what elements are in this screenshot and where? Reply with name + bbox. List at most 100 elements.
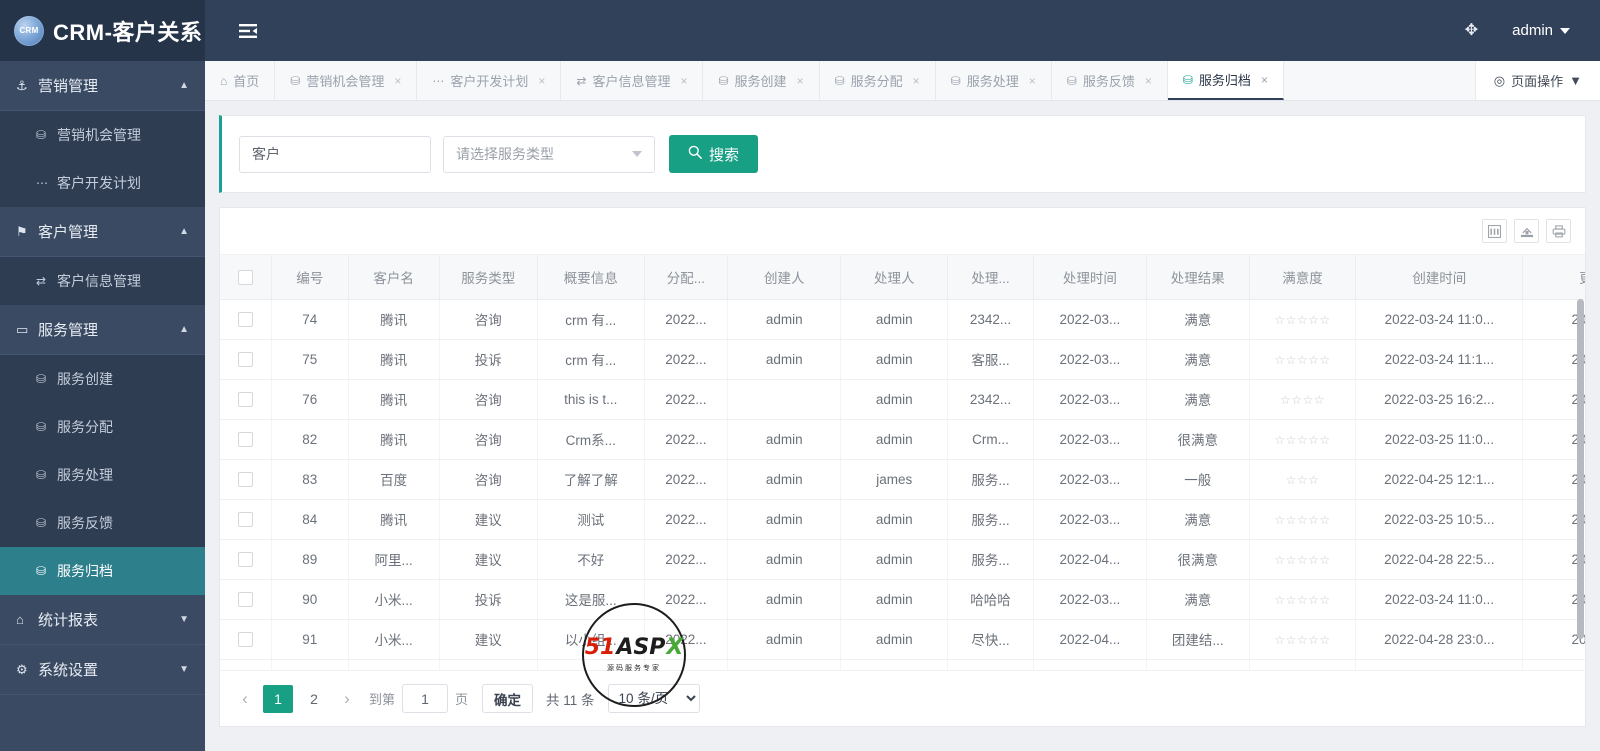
cell-customer: 阿里... xyxy=(348,539,440,580)
print-icon[interactable] xyxy=(1546,219,1571,243)
tab-营销机会管理[interactable]: ⛁ 营销机会管理 × xyxy=(275,61,418,100)
tab-服务分配[interactable]: ⛁ 服务分配 × xyxy=(819,61,936,100)
search-button[interactable]: 搜索 xyxy=(669,135,759,173)
prev-page-button[interactable]: ‹ xyxy=(230,684,260,714)
sidebar-item-服务分配[interactable]: ⛁ 服务分配 xyxy=(0,403,205,451)
service-type-select[interactable]: 请选择服务类型 xyxy=(443,135,655,173)
sidebar-group-服务管理[interactable]: ▭ 服务管理 ▲ xyxy=(0,305,205,355)
sidebar-item-客户开发计划[interactable]: ⋯ 客户开发计划 xyxy=(0,159,205,207)
row-checkbox[interactable] xyxy=(237,351,253,367)
cell-update_time: 2022-04-25 xyxy=(1522,459,1585,500)
cell-update_time: 2022-08-08 xyxy=(1522,419,1585,460)
cell-assign: 2022... xyxy=(644,579,729,620)
table-row[interactable]: 90 小米... 投诉 这是服... 2022... admin admin 哈哈哈 2022-… xyxy=(220,579,1585,620)
close-icon[interactable]: × xyxy=(1145,74,1152,88)
close-icon[interactable]: × xyxy=(1029,74,1036,88)
vertical-scrollbar[interactable] xyxy=(1577,299,1584,639)
tab-客户信息管理[interactable]: ⇄ 客户信息管理 × xyxy=(561,61,704,100)
tab-服务归档[interactable]: ⛁ 服务归档 × xyxy=(1167,61,1284,100)
sidebar-item-服务处理[interactable]: ⛁ 服务处理 xyxy=(0,451,205,499)
cell-check xyxy=(220,339,272,380)
cell-create_time: 2022-03-24 11:0... xyxy=(1355,579,1524,620)
cell-create_time: 2022-04-25 12:1... xyxy=(1355,459,1524,500)
page-jump-confirm-button[interactable]: 确定 xyxy=(482,684,534,713)
cell-handle_note: 2342... xyxy=(947,299,1034,340)
page-number-1[interactable]: 1 xyxy=(263,684,293,713)
row-checkbox[interactable] xyxy=(237,551,253,567)
close-icon[interactable]: × xyxy=(797,74,804,88)
cell-handler: admin xyxy=(840,339,949,380)
chevron-icon: ▲ xyxy=(179,80,189,91)
tab-label: 首页 xyxy=(233,74,260,89)
chevron-down-icon xyxy=(632,151,642,157)
cell-assign: 2022... xyxy=(644,539,729,580)
table-row[interactable]: 84 腾讯 建议 测试 2022... admin admin 服务... 2022-03...… xyxy=(220,499,1585,540)
close-icon[interactable]: × xyxy=(394,74,401,88)
page-size-select[interactable]: 10 条/页20 条/页50 条/页100 条/页 xyxy=(607,684,700,713)
row-checkbox[interactable] xyxy=(237,431,253,447)
cell-check xyxy=(220,539,272,580)
cell-result: 很满意 xyxy=(1146,419,1250,460)
cell-handler: admin xyxy=(840,619,949,660)
row-checkbox[interactable] xyxy=(237,391,253,407)
sidebar-item-服务归档[interactable]: ⛁ 服务归档 xyxy=(0,547,205,595)
tab-服务创建[interactable]: ⛁ 服务创建 × xyxy=(703,61,820,100)
cell-handle_time: 2022-04... xyxy=(1033,619,1148,660)
sidebar-fold-icon[interactable] xyxy=(235,18,261,44)
tab-首页[interactable]: ⌂ 首页 xyxy=(205,61,276,100)
tab-label: 客户开发计划 xyxy=(450,74,529,89)
sidebar-item-服务创建[interactable]: ⛁ 服务创建 xyxy=(0,355,205,403)
tab-客户开发计划[interactable]: ⋯ 客户开发计划 × xyxy=(417,61,562,100)
table-scroll-region[interactable]: 编号 客户名 服务类型 概要信息 分配... 创建人 处理人 处理... 处理时间 处理结果 满意度… xyxy=(220,255,1585,677)
page-number-2[interactable]: 2 xyxy=(299,685,329,713)
cell-result: 满意 xyxy=(1146,499,1250,540)
page-jump-input[interactable] xyxy=(402,684,449,713)
sidebar-group-客户管理[interactable]: ⚑ 客户管理 ▲ xyxy=(0,207,205,257)
chevron-icon: ▲ xyxy=(179,324,189,335)
cell-assign: 2022... xyxy=(644,339,729,380)
cell-handler: admin xyxy=(840,539,949,580)
row-checkbox[interactable] xyxy=(237,591,253,607)
export-icon[interactable] xyxy=(1514,219,1539,243)
sidebar-item-label: 客户开发计划 xyxy=(57,175,141,191)
column-header-update_time: 更新时间 xyxy=(1522,255,1585,300)
close-icon[interactable]: × xyxy=(538,74,545,88)
columns-icon[interactable] xyxy=(1482,219,1507,243)
table-row[interactable]: 82 腾讯 咨询 Crm系... 2022... admin admin Crm... 2022… xyxy=(220,419,1585,460)
close-icon[interactable]: × xyxy=(680,74,687,88)
customer-search-input[interactable] xyxy=(239,135,431,173)
table-row[interactable]: 91 小米... 建议 以小组... 2022... admin admin 尽快... 202… xyxy=(220,619,1585,660)
fullscreen-icon[interactable]: ✥ xyxy=(1465,22,1478,39)
page-operations-menu[interactable]: ◎ 页面操作 ▼ xyxy=(1474,61,1600,100)
table-row[interactable]: 89 阿里... 建议 不好 2022... admin admin 服务... 2022-04… xyxy=(220,539,1585,580)
row-checkbox[interactable] xyxy=(237,511,253,527)
sidebar-item-营销机会管理[interactable]: ⛁ 营销机会管理 xyxy=(0,111,205,159)
cell-id: 90 xyxy=(271,579,349,620)
cell-check xyxy=(220,299,272,340)
sidebar-item-服务反馈[interactable]: ⛁ 服务反馈 xyxy=(0,499,205,547)
sidebar-group-统计报表[interactable]: ⌂ 统计报表 ▼ xyxy=(0,595,205,645)
sidebar-group-营销管理[interactable]: ⚓ 营销管理 ▲ xyxy=(0,61,205,111)
cell-handler: james xyxy=(840,459,949,500)
close-icon[interactable]: × xyxy=(1261,73,1268,87)
next-page-button[interactable]: › xyxy=(332,684,362,714)
tab-服务反馈[interactable]: ⛁ 服务反馈 × xyxy=(1051,61,1168,100)
tab-bar: ⌂ 首页 ⛁ 营销机会管理 × ⋯ 客户开发计划 × ⇄ 客户信息管理 × ⛁ 服务创建 × ⛁ 服务分配 × ⛁… xyxy=(205,61,1600,101)
tab-服务处理[interactable]: ⛁ 服务处理 × xyxy=(935,61,1052,100)
table-row[interactable]: 83 百度 咨询 了解了解 2022... admin james 服务... 2022-03.… xyxy=(220,459,1585,500)
sidebar-group-系统设置[interactable]: ⚙ 系统设置 ▼ xyxy=(0,645,205,695)
sidebar-item-label: 服务反馈 xyxy=(57,515,113,531)
cell-type: 咨询 xyxy=(439,379,538,420)
user-menu[interactable]: admin xyxy=(1512,22,1570,39)
cell-summary: 了解了解 xyxy=(537,459,645,500)
close-icon[interactable]: × xyxy=(913,74,920,88)
table-row[interactable]: 74 腾讯 咨询 crm 有... 2022... admin admin 2342... 20… xyxy=(220,299,1585,340)
table-row[interactable]: 75 腾讯 投诉 crm 有... 2022... admin admin 客服... 2022… xyxy=(220,339,1585,380)
cell-handle_time: 2022-03... xyxy=(1033,379,1148,420)
table-row[interactable]: 76 腾讯 咨询 this is t... 2022... admin 2342... 202… xyxy=(220,379,1585,420)
select-all-checkbox[interactable] xyxy=(237,269,253,285)
row-checkbox[interactable] xyxy=(237,311,253,327)
sidebar-item-客户信息管理[interactable]: ⇄ 客户信息管理 xyxy=(0,257,205,305)
row-checkbox[interactable] xyxy=(237,631,253,647)
row-checkbox[interactable] xyxy=(237,471,253,487)
